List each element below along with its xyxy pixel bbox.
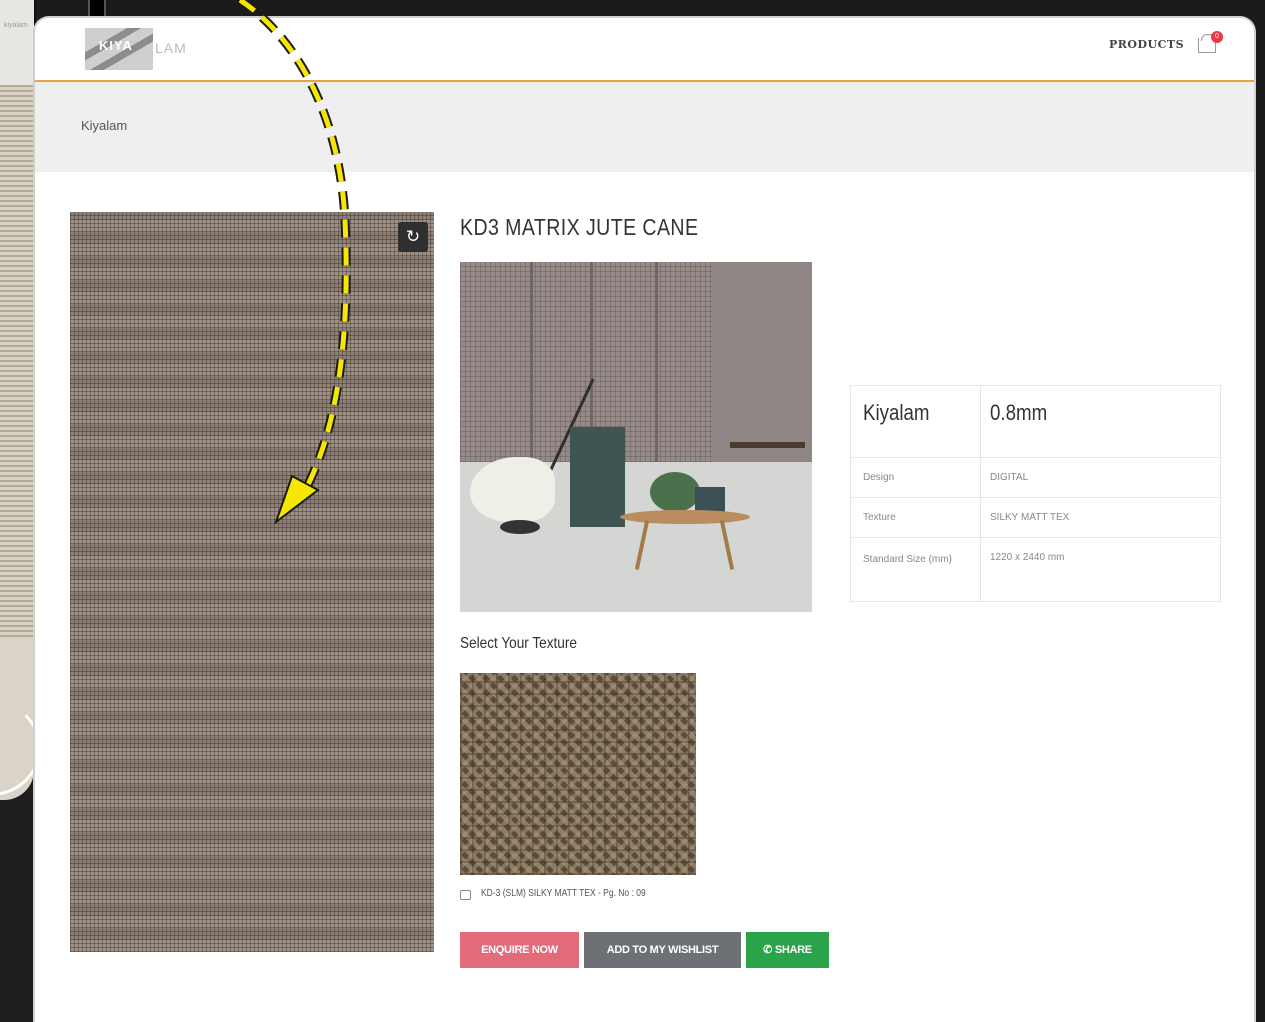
background-logo: kiyalam (4, 22, 28, 29)
rotate-icon[interactable]: ↻ (398, 222, 428, 252)
scene-pedestal (570, 427, 625, 527)
spec-row-size: Standard Size (mm) 1220 x 2440 mm (851, 538, 1220, 600)
select-texture-label: Select Your Texture (460, 635, 577, 652)
spec-row-texture: Texture SILKY MATT TEX (851, 498, 1220, 538)
spec-label: Standard Size (mm) (863, 554, 952, 565)
texture-option-label[interactable]: KD-3 (SLM) SILKY MATT TEX - Pg. No : 09 (481, 888, 646, 899)
spec-value: DIGITAL (990, 472, 1029, 483)
scene-desk (730, 442, 805, 448)
scene-chair-base (500, 520, 540, 534)
spec-header-row: Kiyalam 0.8mm (851, 386, 1220, 458)
background-scrollbar (88, 0, 106, 18)
spec-row-design: Design DIGITAL (851, 458, 1220, 498)
scene-plant (650, 472, 700, 512)
texture-preview-image (70, 212, 434, 952)
spec-brand: Kiyalam (863, 400, 930, 425)
spec-table: Kiyalam 0.8mm Design DIGITAL Texture SIL… (850, 385, 1221, 602)
background-window: kiyalam (0, 0, 41, 1022)
scene-right-wall (712, 262, 812, 462)
breadcrumb[interactable]: Kiyalam (81, 118, 127, 133)
spec-thickness: 0.8mm (990, 400, 1048, 425)
spec-value: SILKY MATT TEX (990, 512, 1070, 523)
room-scene-image (460, 262, 812, 612)
share-button[interactable]: ✆ SHARE (746, 932, 829, 968)
kiyalam-logo[interactable]: KIYA LAM (85, 26, 200, 72)
enquire-now-button[interactable]: ENQUIRE NOW (460, 932, 579, 968)
scene-panel-line (655, 262, 658, 462)
background-header: kiyalam (0, 0, 34, 85)
whatsapp-icon: ✆ (763, 944, 773, 956)
spec-value: 1220 x 2440 mm (990, 552, 1065, 563)
site-header: KIYA LAM PRODUCTS 0 (35, 18, 1254, 82)
scene-panel-line (530, 262, 533, 462)
scene-chair (470, 457, 555, 522)
product-page-window: KIYA LAM PRODUCTS 0 Kiyalam ↻ KD3 MATRIX… (35, 18, 1254, 1022)
breadcrumb-bar: Kiyalam (35, 82, 1254, 172)
texture-checkbox[interactable] (460, 890, 471, 900)
share-label: SHARE (774, 944, 812, 956)
nav-products-link[interactable]: PRODUCTS (1109, 38, 1184, 51)
spec-label: Design (863, 472, 895, 483)
cart-count-badge: 0 (1211, 31, 1223, 43)
logo-mark-text: KIYA (99, 38, 133, 53)
scene-table (620, 510, 750, 524)
texture-swatch[interactable] (460, 673, 696, 875)
product-title: KD3 MATRIX JUTE CANE (460, 214, 699, 240)
spec-label: Texture (863, 512, 896, 523)
background-texture-panel (0, 0, 36, 640)
cart-button[interactable]: 0 (1198, 31, 1223, 54)
add-to-wishlist-button[interactable]: ADD TO MY WISHLIST (584, 932, 741, 968)
logo-text: LAM (155, 40, 187, 56)
